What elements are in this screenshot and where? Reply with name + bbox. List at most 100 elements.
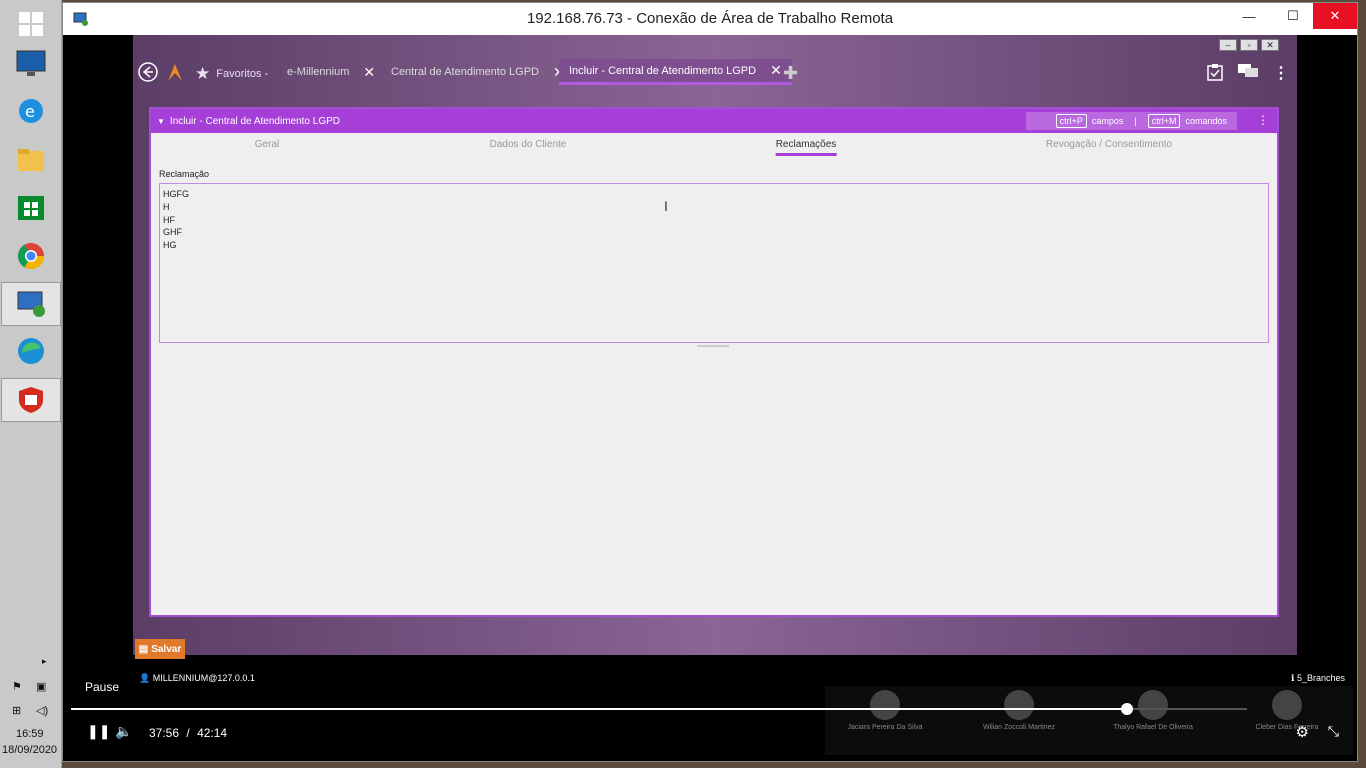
avatar	[1138, 690, 1168, 720]
app-tabbar: ★ Favoritos - e-Millennium ✕ Central de …	[133, 55, 1297, 89]
exit-fullscreen-icon[interactable]: ⤡	[1328, 723, 1339, 740]
shortcut-separator: |	[1134, 116, 1137, 126]
progress-bar[interactable]	[71, 703, 1247, 715]
flag-icon[interactable]: ⚑	[12, 680, 22, 693]
minimize-button[interactable]: —	[1229, 3, 1269, 29]
shortcut-hints: ctrl+P campos | ctrl+M comandos	[1025, 112, 1237, 130]
add-tab-icon[interactable]: ✚	[783, 63, 798, 84]
tab-central-atendimento[interactable]: Central de Atendimento LGPD ✕	[381, 59, 575, 85]
tab-label: Central de Atendimento LGPD	[391, 66, 539, 78]
text-line: GHF	[163, 227, 182, 238]
reclamacao-textarea[interactable]: HGFG H HF GHF HG I	[159, 183, 1269, 343]
save-button[interactable]: ▤ Salvar	[135, 639, 185, 659]
volume-icon[interactable]: 🔈	[115, 723, 132, 740]
subtab-geral[interactable]: Geral	[255, 139, 279, 150]
app-close-button[interactable]: ✕	[1261, 39, 1279, 51]
tab-e-millennium[interactable]: e-Millennium ✕	[277, 59, 385, 85]
avatar	[1004, 690, 1034, 720]
more-menu-icon[interactable]: ⋮	[1273, 63, 1289, 86]
windows-taskbar: e ▸ ⚑ ▣ ⊞ ◁) 16:59 18/09/2020	[0, 0, 62, 768]
volume-icon[interactable]: ◁)	[36, 704, 48, 717]
tab-close-icon[interactable]: ✕	[770, 62, 782, 79]
fortinet-icon[interactable]	[1, 378, 61, 422]
app-minimize-button[interactable]: –	[1219, 39, 1237, 51]
app-restore-button[interactable]: ▫	[1240, 39, 1258, 51]
form-subtabs: Geral Dados do Cliente Reclamações Revog…	[151, 133, 1277, 161]
time-display: 37:56 / 42:14	[149, 726, 227, 740]
avatar	[1272, 690, 1302, 720]
form-title: Incluir - Central de Atendimento LGPD	[169, 115, 341, 127]
rdp-window: 192.168.76.73 - Conexão de Área de Traba…	[62, 2, 1358, 762]
file-explorer-icon[interactable]	[11, 140, 51, 180]
maximize-button[interactable]: ☐	[1273, 3, 1313, 29]
fields-shortcut-key[interactable]: ctrl+P	[1055, 114, 1087, 128]
progress-fill	[71, 708, 1128, 710]
chrome-icon[interactable]	[11, 236, 51, 276]
text-line: HF	[163, 214, 175, 225]
clipboard-icon[interactable]	[1207, 63, 1223, 86]
commands-shortcut-key[interactable]: ctrl+M	[1147, 114, 1181, 128]
app-window-controls: – ▫ ✕	[1219, 39, 1279, 51]
edge-icon[interactable]	[11, 331, 51, 371]
svg-text:e: e	[25, 102, 35, 121]
millennium-logo-icon[interactable]	[165, 61, 185, 83]
save-icon: ▤	[138, 643, 149, 655]
player-controls: ❚❚ 🔈 37:56 / 42:14 ⚙ ⤡	[69, 717, 1353, 751]
user-info: 👤 MILLENNIUM@127.0.0.1	[139, 673, 255, 684]
store-icon[interactable]	[11, 187, 51, 227]
time-separator: /	[186, 726, 190, 740]
resize-handle[interactable]	[697, 345, 729, 347]
form-panel: ▼ Incluir - Central de Atendimento LGPD …	[149, 107, 1279, 617]
app-toolbar-right: ⋮	[1207, 63, 1289, 86]
info-icon: ℹ	[1291, 673, 1295, 683]
network-icon[interactable]: ⊞	[12, 704, 21, 717]
device-icon[interactable]: ▣	[36, 680, 46, 693]
subtab-dados-cliente[interactable]: Dados do Cliente	[490, 139, 567, 150]
user-icon: 👤	[139, 673, 151, 683]
favorites-menu[interactable]: ★ Favoritos -	[195, 64, 268, 84]
avatar	[870, 690, 900, 720]
pause-tooltip: Pause	[85, 680, 120, 694]
save-label: Salvar	[151, 643, 182, 655]
lenovo-monitor-icon[interactable]	[11, 44, 51, 84]
subtab-reclamacoes[interactable]: Reclamações	[775, 139, 837, 156]
text-line: HG	[163, 240, 177, 251]
millennium-app: – ▫ ✕ ★ Favoritos - e-Millennium ✕ Centr…	[133, 35, 1297, 655]
text-cursor-icon: I	[664, 198, 668, 214]
total-time: 42:14	[197, 726, 228, 740]
favorites-label: Favoritos -	[216, 68, 269, 80]
user-label: MILLENNIUM@127.0.0.1	[152, 673, 255, 683]
tray-expand-icon[interactable]: ▸	[42, 656, 47, 667]
progress-knob[interactable]	[1121, 703, 1134, 715]
internet-explorer-icon[interactable]: e	[11, 91, 51, 131]
close-button[interactable]: ✕	[1313, 3, 1357, 29]
tab-close-icon[interactable]: ✕	[363, 64, 375, 81]
settings-gear-icon[interactable]: ⚙	[1296, 723, 1309, 741]
branches-info: ℹ 5_Branches	[1291, 673, 1345, 684]
branches-label: 5_Branches	[1296, 673, 1345, 683]
tab-label: Incluir - Central de Atendimento LGPD	[569, 64, 757, 77]
remote-desktop-icon[interactable]	[1, 282, 61, 326]
form-header[interactable]: ▼ Incluir - Central de Atendimento LGPD …	[151, 109, 1277, 133]
chat-icon[interactable]	[1237, 63, 1259, 86]
tab-label: e-Millennium	[287, 66, 350, 78]
remote-screen: – ▫ ✕ ★ Favoritos - e-Millennium ✕ Centr…	[69, 35, 1353, 755]
pause-icon[interactable]: ❚❚	[87, 723, 110, 740]
text-line: H	[163, 201, 170, 212]
form-menu-icon[interactable]: ⋮	[1257, 113, 1269, 127]
windows-start-icon[interactable]	[11, 4, 51, 44]
current-time: 37:56	[149, 726, 180, 740]
commands-shortcut-label: comandos	[1185, 116, 1227, 126]
subtab-revogacao[interactable]: Revogação / Consentimento	[1046, 139, 1172, 150]
collapse-caret-icon[interactable]: ▼	[157, 117, 165, 126]
clock-date[interactable]: 18/09/2020	[2, 744, 57, 756]
tab-incluir-central[interactable]: Incluir - Central de Atendimento LGPD ✕	[559, 59, 792, 85]
fields-shortcut-label: campos	[1091, 116, 1124, 126]
reclamacao-label: Reclamação	[159, 169, 210, 179]
rdp-title: 192.168.76.73 - Conexão de Área de Traba…	[526, 10, 894, 27]
text-line: HGFG	[163, 189, 189, 199]
rdp-titlebar: 192.168.76.73 - Conexão de Área de Traba…	[63, 3, 1357, 35]
star-icon: ★	[195, 64, 211, 83]
back-icon[interactable]	[137, 61, 159, 83]
clock-time[interactable]: 16:59	[16, 728, 44, 740]
